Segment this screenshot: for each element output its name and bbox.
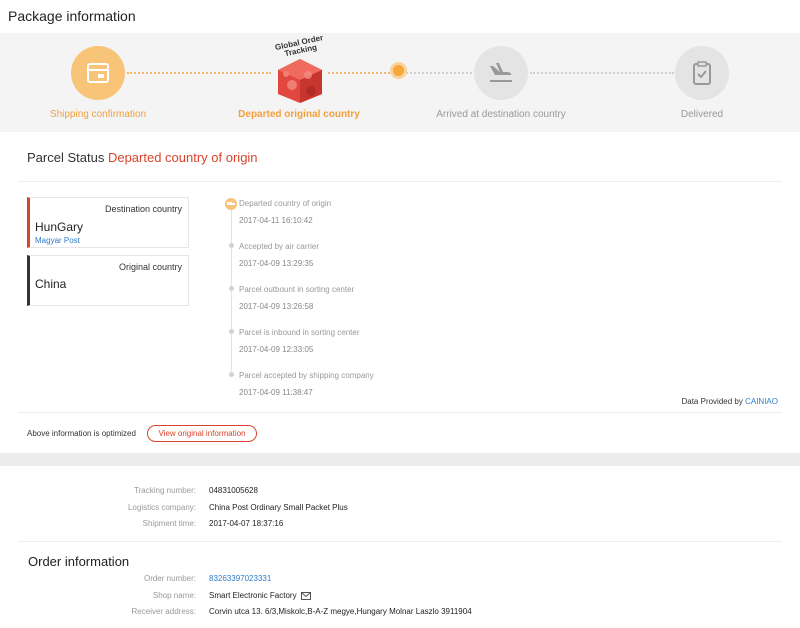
timeline-dot: [229, 329, 234, 334]
package-icon: [87, 63, 109, 83]
step-label: Delivered: [680, 109, 724, 120]
timeline-time: 2017-04-11 16:10:42: [239, 216, 313, 225]
card-title: Original country: [118, 262, 182, 272]
order-number-link[interactable]: 83263397023331: [209, 574, 271, 583]
progress-connector: [530, 72, 674, 74]
logistics-company-label: Logistics company:: [127, 503, 196, 512]
shop-name-label: Shop name:: [152, 591, 196, 600]
parcel-status-label: Parcel Status: [27, 150, 105, 165]
carrier-link[interactable]: Magyar Post: [35, 236, 80, 245]
timeline-current-icon: [225, 198, 237, 210]
divider: [18, 181, 782, 182]
provider-label: Data Provided by: [681, 397, 743, 406]
page-title: Package information: [8, 8, 136, 24]
card-title: Destination country: [104, 204, 182, 214]
current-position-marker: [393, 65, 404, 76]
destination-country-card: Destination country HunGary Magyar Post: [27, 197, 189, 248]
timeline-dot: [229, 243, 234, 248]
step-departed-original-country: Global Order Tracking: [268, 33, 332, 105]
step-label: Shipping confirmation: [49, 109, 147, 120]
provider-link[interactable]: CAINIAO: [745, 397, 778, 406]
step-arrived-destination: [474, 46, 528, 100]
truck-icon: [227, 202, 235, 205]
step-label: Departed original country: [238, 109, 360, 120]
timeline-time: 2017-04-09 13:26:58: [239, 302, 314, 311]
shipment-time-label: Shipment time:: [142, 519, 196, 528]
timeline-time: 2017-04-09 11:38:47: [239, 388, 313, 397]
step-delivered: [675, 46, 729, 100]
timeline-event: Parcel outbount in sorting center: [239, 285, 355, 294]
optimized-note: Above information is optimized: [27, 429, 136, 438]
progress-connector: [406, 72, 472, 74]
timeline-event: Departed country of origin: [239, 199, 332, 208]
divider: [18, 541, 782, 542]
shipment-time-value: 2017-04-07 18:37:16: [209, 519, 284, 528]
mail-icon[interactable]: [300, 591, 311, 600]
order-number-label: Order number:: [143, 574, 196, 583]
shop-name-value: Smart Electronic Factory: [209, 591, 297, 600]
timeline-time: 2017-04-09 13:29:35: [239, 259, 314, 268]
origin-country-card: Original country China: [27, 255, 189, 306]
section-separator: [0, 453, 800, 466]
receiver-address-value: Corvin utca 13. 6/3,Miskolc,B-A-Z megye,…: [209, 607, 472, 616]
clipboard-check-icon: [693, 61, 711, 85]
globe-box-icon: [278, 59, 322, 103]
timeline-dot: [229, 372, 234, 377]
tracking-number-value: 04831005628: [209, 486, 258, 495]
timeline-dot: [229, 286, 234, 291]
receiver-address-label: Receiver address:: [131, 607, 196, 616]
order-info-title: Order information: [28, 554, 130, 569]
timeline-time: 2017-04-09 12:33:05: [239, 345, 314, 354]
parcel-status: Parcel Status Departed country of origin: [27, 150, 258, 165]
step-shipping-confirmation: [71, 46, 125, 100]
data-provider: Data Provided by CAINIAO: [681, 397, 778, 406]
parcel-status-value: Departed country of origin: [107, 150, 258, 165]
progress-connector: [127, 72, 271, 74]
timeline-event: Accepted by air carrier: [239, 242, 320, 251]
view-original-button[interactable]: View original information: [147, 425, 257, 442]
country-name: China: [35, 277, 67, 291]
logistics-company-value: China Post Ordinary Small Packet Plus: [209, 503, 348, 512]
tracking-number-label: Tracking number:: [134, 486, 196, 495]
step-label: Arrived at destination country: [436, 109, 566, 120]
country-name: HunGary: [35, 220, 84, 234]
plane-landing-icon: [490, 63, 512, 82]
tracking-progress: Global Order Tracking Shipping confirmat…: [0, 33, 800, 132]
timeline-event: Parcel is inbound in sorting center: [239, 328, 360, 337]
divider: [18, 412, 782, 413]
progress-connector: [328, 72, 394, 74]
timeline-event: Parcel accepted by shipping company: [239, 371, 374, 380]
shop-name-row: Smart Electronic Factory: [209, 591, 311, 600]
